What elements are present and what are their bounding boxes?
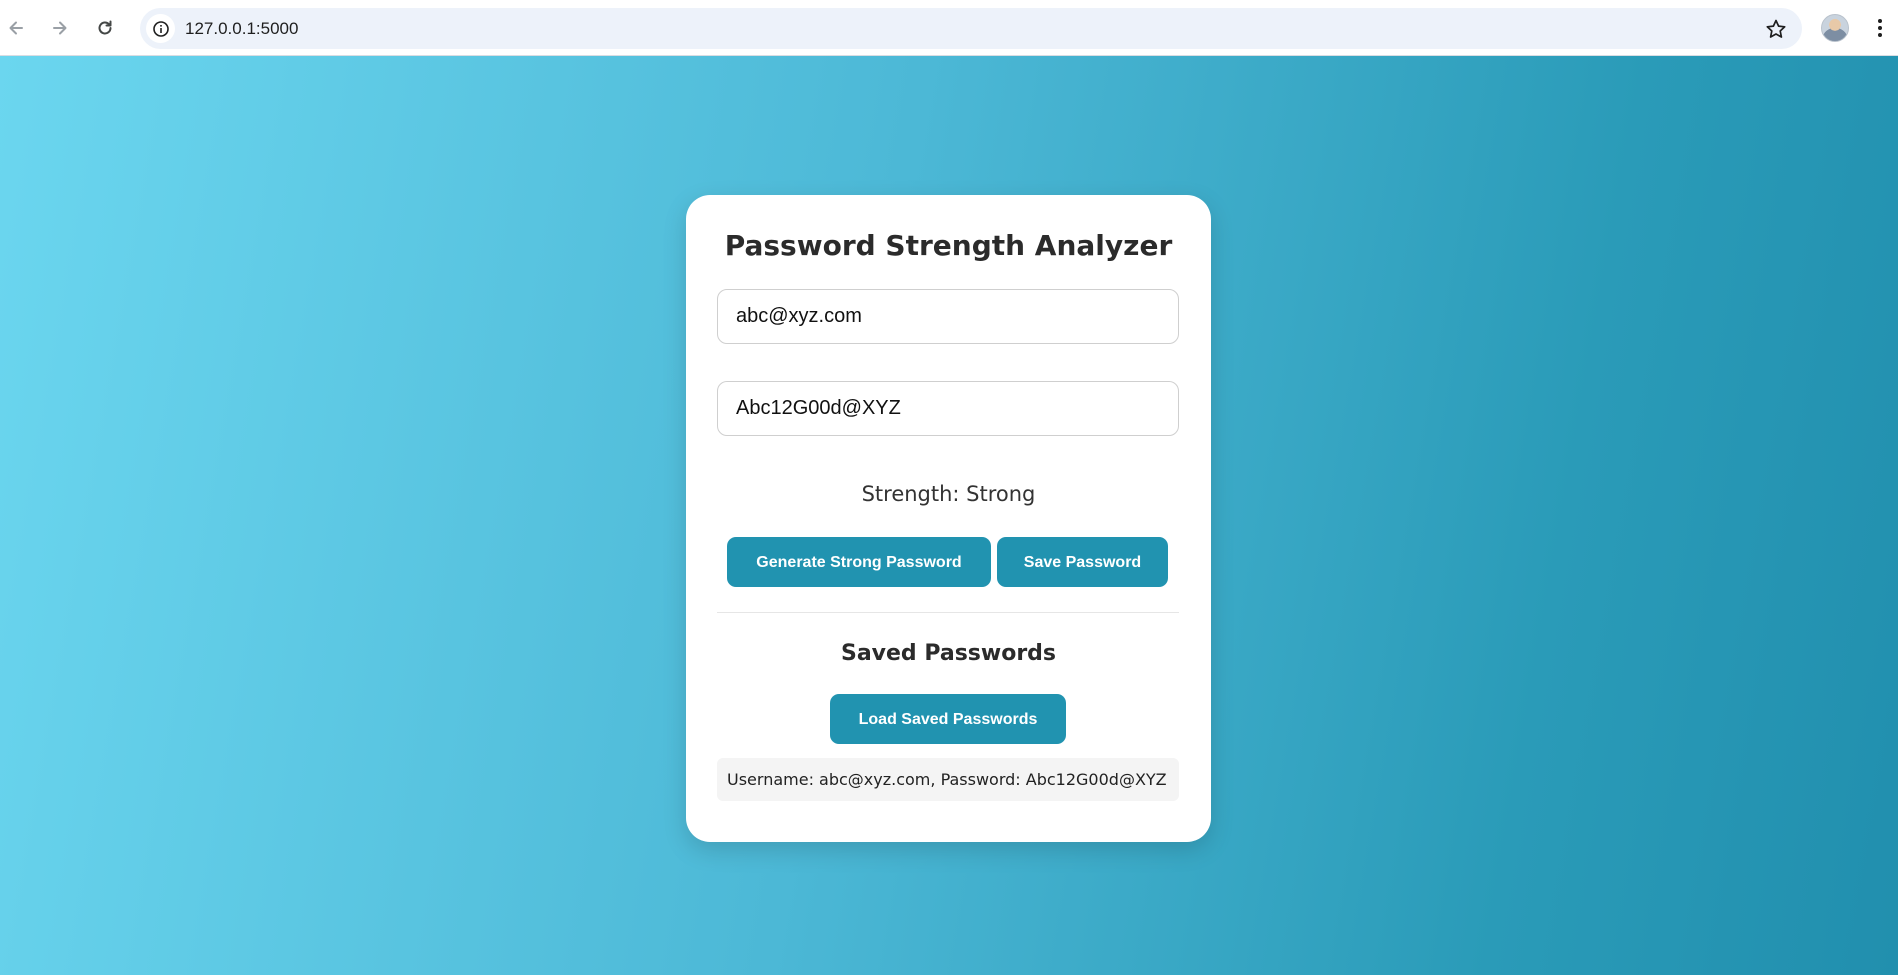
reload-icon: [98, 20, 112, 35]
username-input[interactable]: [717, 289, 1179, 344]
browser-toolbar: 127.0.0.1:5000: [0, 0, 1898, 56]
reload-button[interactable]: [87, 10, 123, 46]
page-background: Password Strength Analyzer Strength: Str…: [0, 56, 1898, 975]
back-arrow-icon: [9, 21, 23, 35]
saved-passwords-heading: Saved Passwords: [840, 641, 1057, 666]
url-text[interactable]: 127.0.0.1:5000: [185, 8, 298, 49]
save-password-button[interactable]: Save Password: [997, 537, 1168, 587]
password-input[interactable]: [717, 381, 1179, 436]
back-button[interactable]: [0, 10, 34, 46]
avatar[interactable]: [1821, 14, 1849, 42]
analyzer-card: Password Strength Analyzer Strength: Str…: [686, 195, 1211, 842]
info-icon[interactable]: [146, 14, 175, 43]
load-saved-passwords-button[interactable]: Load Saved Passwords: [830, 694, 1066, 744]
saved-password-item: Username: abc@xyz.com, Password: Abc12G0…: [717, 758, 1179, 801]
star-icon[interactable]: [1762, 15, 1790, 43]
forward-arrow-icon: [53, 21, 67, 35]
page-title: Password Strength Analyzer: [724, 229, 1173, 262]
kebab-menu-icon[interactable]: [1868, 12, 1892, 44]
strength-indicator: Strength: Strong: [861, 482, 1036, 506]
address-bar[interactable]: 127.0.0.1:5000: [140, 8, 1802, 49]
forward-button[interactable]: [42, 10, 78, 46]
generate-password-button[interactable]: Generate Strong Password: [727, 537, 991, 587]
divider: [717, 612, 1179, 613]
